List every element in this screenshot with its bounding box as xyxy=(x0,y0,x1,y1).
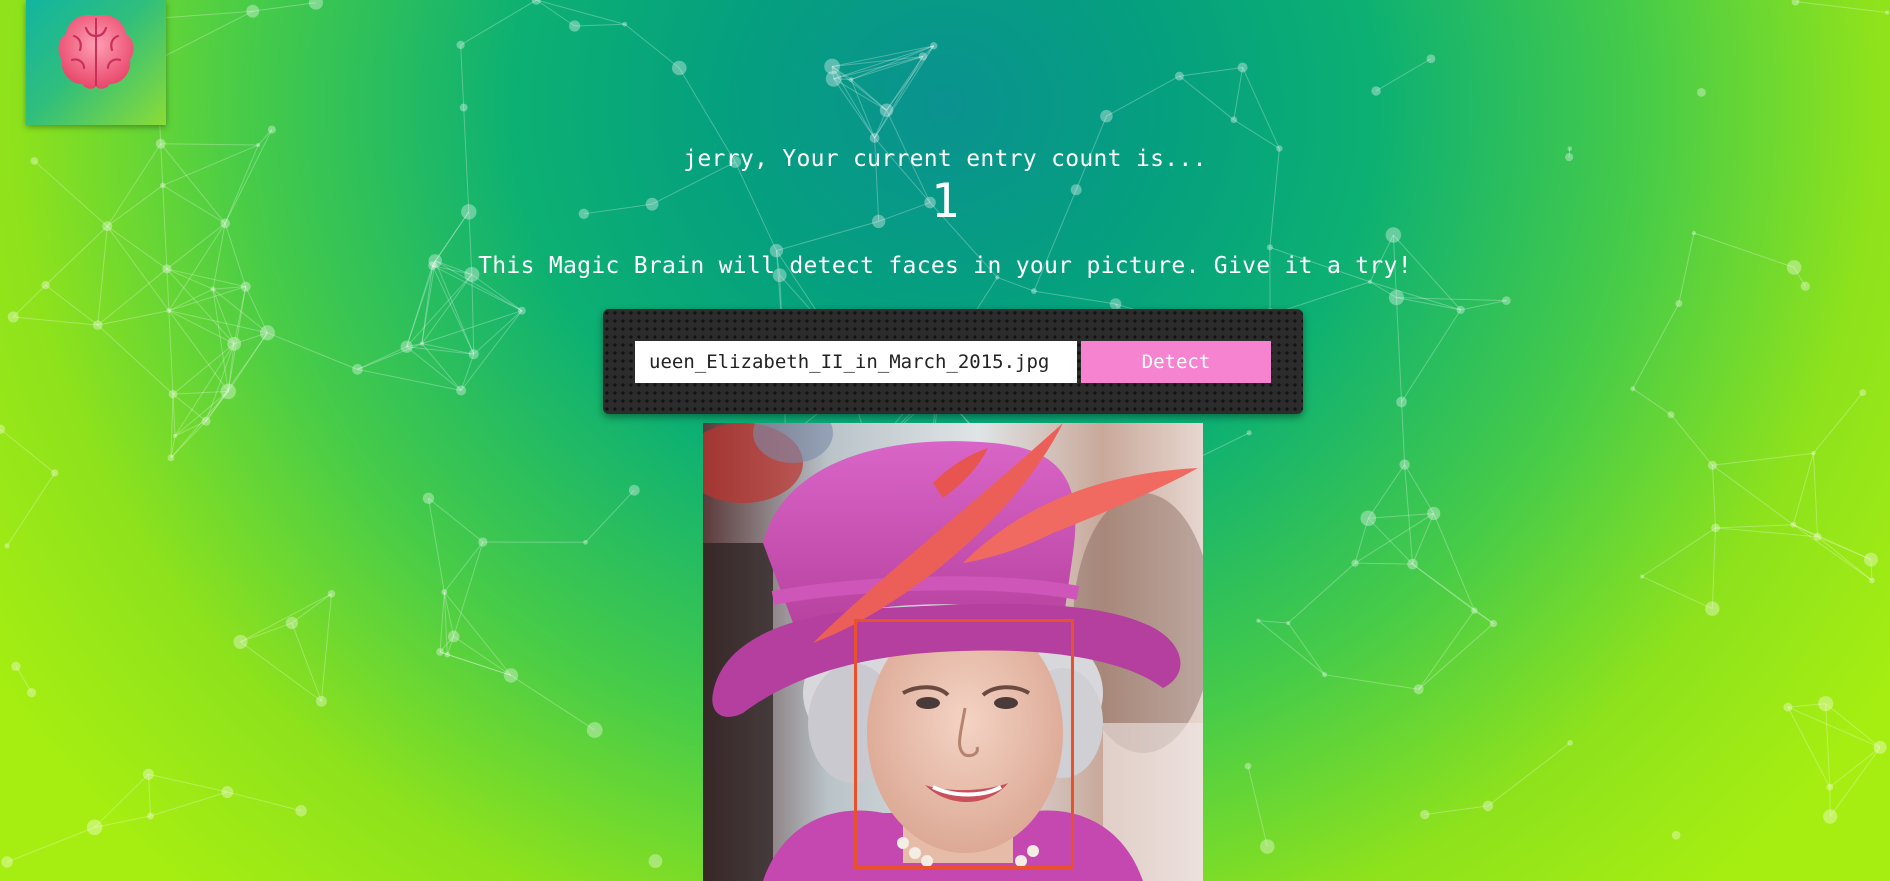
image-url-form: Detect xyxy=(603,309,1303,414)
brain-icon xyxy=(58,14,134,89)
intro-text: This Magic Brain will detect faces in yo… xyxy=(478,253,1412,279)
logo-tile[interactable] xyxy=(26,0,166,125)
entry-count-message: jerry, Your current entry count is... xyxy=(683,146,1207,172)
entry-count-value: 1 xyxy=(930,174,960,229)
detect-button[interactable]: Detect xyxy=(1081,341,1271,383)
image-url-input[interactable] xyxy=(635,341,1077,383)
face-bounding-box xyxy=(854,619,1074,869)
face-detection-result xyxy=(703,423,1203,881)
